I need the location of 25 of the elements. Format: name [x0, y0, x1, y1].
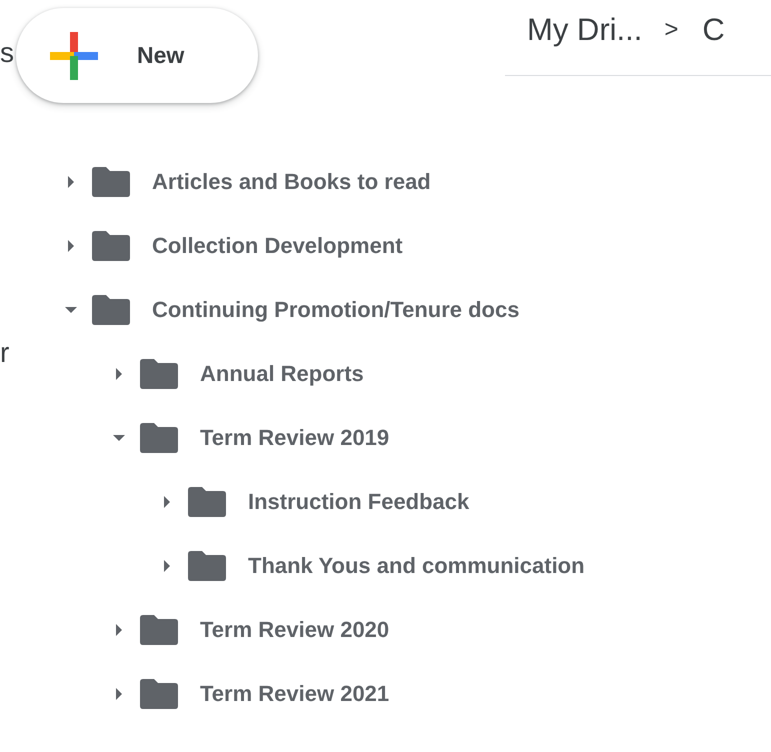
folder-icon — [92, 231, 130, 261]
folder-name[interactable]: Term Review 2020 — [200, 617, 390, 643]
cut-text: s — [0, 38, 15, 68]
plus-icon — [49, 30, 99, 80]
folder-icon — [188, 487, 226, 517]
folder-icon — [140, 359, 178, 389]
folder-icon — [140, 423, 178, 453]
folder-icon — [92, 295, 130, 325]
folder-icon — [140, 679, 178, 709]
folder-name[interactable]: Collection Development — [152, 233, 403, 259]
folder-name[interactable]: Articles and Books to read — [152, 169, 431, 195]
folder-name[interactable]: Instruction Feedback — [248, 489, 470, 515]
folder-icon — [188, 551, 226, 581]
folder-name[interactable]: Thank Yous and communication — [248, 553, 585, 579]
folder-name[interactable]: Continuing Promotion/Tenure docs — [152, 297, 520, 323]
folder-name[interactable]: Term Review 2021 — [200, 681, 390, 707]
breadcrumb-link[interactable]: C — [702, 12, 725, 48]
breadcrumb-link[interactable]: My Dri... — [527, 12, 642, 48]
cut-text: r — [0, 338, 10, 368]
new-button[interactable]: New — [16, 8, 258, 103]
folder-name[interactable]: Term Review 2019 — [200, 425, 390, 451]
separator-text: > — [664, 16, 678, 44]
folder-icon — [92, 167, 130, 197]
folder-name[interactable]: Annual Reports — [200, 361, 364, 387]
folder-icon — [140, 615, 178, 645]
